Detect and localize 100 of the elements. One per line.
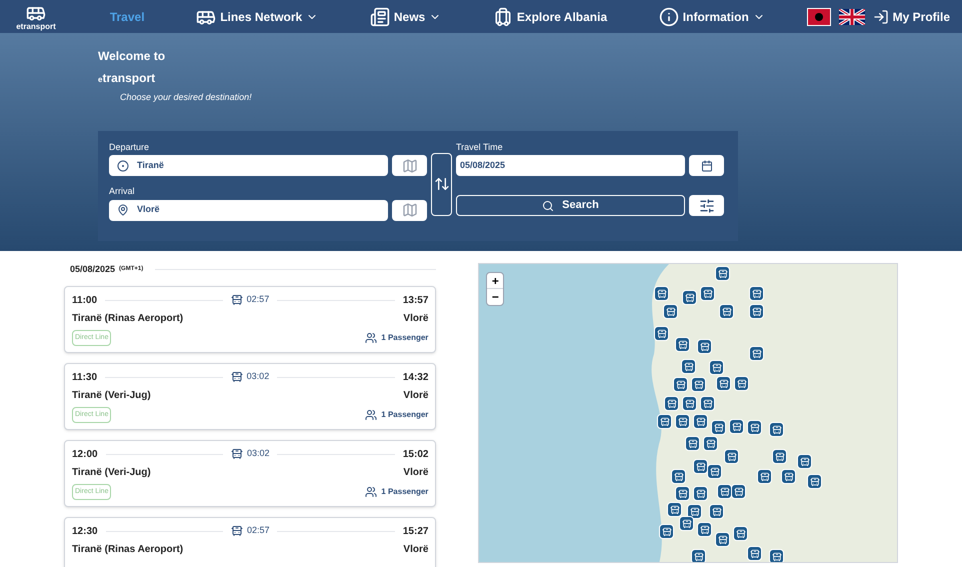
bus-marker-icon[interactable]: [703, 436, 718, 451]
trip-duration: 02:57: [230, 524, 270, 538]
bus-marker-icon[interactable]: [734, 376, 750, 391]
bus-marker-icon[interactable]: [700, 396, 716, 411]
bus-marker-icon[interactable]: [717, 484, 732, 499]
bus-marker-icon[interactable]: [749, 304, 764, 319]
arrival-time: 13:57: [402, 294, 428, 308]
bus-marker-icon[interactable]: [807, 474, 822, 489]
bus-marker-icon[interactable]: [681, 359, 696, 374]
nav-link[interactable]: Information: [658, 6, 765, 26]
bus-icon: [230, 371, 243, 383]
bus-marker-icon[interactable]: [682, 290, 698, 305]
bus-marker-icon[interactable]: [749, 346, 764, 361]
bus-marker-icon[interactable]: [700, 286, 716, 301]
bus-marker-icon[interactable]: [654, 286, 670, 301]
trip-card[interactable]: 12:30 02:57 15:27 Tiranë (Rinas Aeroport) Vlorë: [64, 516, 436, 567]
departure-time: 12:30: [72, 524, 98, 538]
bus-marker-icon[interactable]: [657, 414, 672, 429]
location-pin-icon: [117, 204, 129, 216]
bus-marker-icon[interactable]: [747, 546, 762, 561]
bus-marker-icon[interactable]: [691, 549, 706, 562]
bus-marker-icon[interactable]: [691, 377, 706, 392]
bus-marker-icon[interactable]: [664, 396, 680, 411]
bus-marker-icon[interactable]: [663, 304, 678, 319]
nav-link[interactable]: Lines Network: [196, 6, 318, 26]
bus-marker-icon[interactable]: [724, 449, 740, 464]
people-icon: [365, 486, 378, 498]
swap-button[interactable]: [431, 152, 452, 216]
bus-marker-icon[interactable]: [673, 377, 688, 392]
bus-marker-icon[interactable]: [715, 266, 730, 281]
bus-marker-icon[interactable]: [697, 522, 712, 537]
bus-marker-icon[interactable]: [729, 419, 744, 434]
search-button[interactable]: Search: [456, 195, 685, 216]
departure-field[interactable]: Tiranë: [109, 155, 388, 176]
albanian-flag-icon[interactable]: [806, 8, 831, 26]
bus-marker-icon[interactable]: [675, 486, 690, 501]
bus-marker-icon[interactable]: [769, 549, 784, 562]
bus-marker-icon[interactable]: [709, 504, 724, 519]
bus-marker-icon[interactable]: [693, 486, 708, 501]
bus-marker-icon[interactable]: [757, 469, 772, 484]
bus-marker-icon[interactable]: [679, 516, 694, 531]
bus-marker-icon[interactable]: [733, 526, 748, 541]
bus-marker-icon[interactable]: [769, 422, 784, 437]
people-icon: [365, 408, 378, 421]
bus-marker-icon[interactable]: [707, 464, 722, 479]
nav-link[interactable]: News: [370, 6, 442, 26]
map-icon: [402, 202, 418, 218]
arrival-station: Vlorë: [403, 466, 428, 480]
arrival-label: Arrival: [109, 185, 136, 198]
newspaper-icon: [370, 6, 390, 26]
departure-time: 11:00: [72, 294, 98, 308]
departure-station: Tiranë (Veri-Jug): [72, 466, 151, 480]
calendar-button[interactable]: [689, 155, 724, 176]
bus-marker-icon[interactable]: [715, 532, 730, 547]
bus-marker-icon[interactable]: [716, 376, 732, 391]
bus-marker-icon[interactable]: [687, 504, 702, 519]
map-view[interactable]: + −: [478, 263, 898, 563]
bus-marker-icon[interactable]: [659, 524, 674, 539]
bus-marker-icon[interactable]: [781, 469, 796, 484]
bus-marker-icon[interactable]: [654, 326, 670, 341]
zoom-in-button[interactable]: +: [487, 273, 504, 289]
bus-marker-icon[interactable]: [693, 414, 708, 429]
bus-marker-icon[interactable]: [671, 469, 686, 484]
bus-marker-icon[interactable]: [675, 414, 690, 429]
bus-marker-icon[interactable]: [685, 436, 700, 451]
travel-time-label: Travel Time: [456, 140, 504, 154]
my-profile-link[interactable]: My Profile: [872, 8, 950, 26]
bus-marker-icon[interactable]: [709, 360, 724, 375]
bus-marker-icon[interactable]: [749, 286, 764, 301]
bus-icon: [230, 448, 243, 460]
radio-target-icon: [117, 160, 129, 172]
bus-marker-icon[interactable]: [719, 304, 734, 319]
bus-marker-icon[interactable]: [693, 459, 708, 474]
zoom-out-button[interactable]: −: [487, 289, 504, 305]
bus-marker-icon[interactable]: [711, 420, 726, 435]
bus-icon: [230, 294, 243, 306]
arrival-field[interactable]: Vlorë: [109, 200, 388, 220]
bus-marker-icon[interactable]: [675, 337, 690, 352]
logo-text: etransport: [16, 22, 56, 30]
bus-marker-icon[interactable]: [667, 502, 682, 517]
bus-marker-icon[interactable]: [772, 449, 788, 464]
nav-link[interactable]: Explore Albania: [492, 6, 608, 26]
trip-duration: 02:57: [230, 293, 270, 307]
bus-marker-icon[interactable]: [797, 454, 812, 469]
etransport-logo[interactable]: etransport: [12, 2, 60, 30]
bus-marker-icon[interactable]: [747, 420, 762, 435]
filter-button[interactable]: [689, 195, 724, 216]
passenger-count: 1 Passenger: [365, 332, 428, 344]
uk-flag-icon[interactable]: [838, 8, 865, 24]
arrival-station: Vlorë: [403, 542, 428, 556]
sliders-icon: [698, 198, 714, 214]
map-picker-button[interactable]: [392, 200, 427, 220]
people-icon: [365, 332, 378, 344]
bus-marker-icon[interactable]: [697, 339, 712, 354]
bus-marker-icon[interactable]: [682, 396, 698, 411]
departure-label: Departure: [109, 140, 150, 154]
tagline: Choose your desired destination!: [120, 91, 253, 104]
date-field[interactable]: 05/08/2025: [456, 155, 685, 176]
info-icon: [658, 6, 679, 26]
bus-marker-icon[interactable]: [731, 484, 746, 499]
